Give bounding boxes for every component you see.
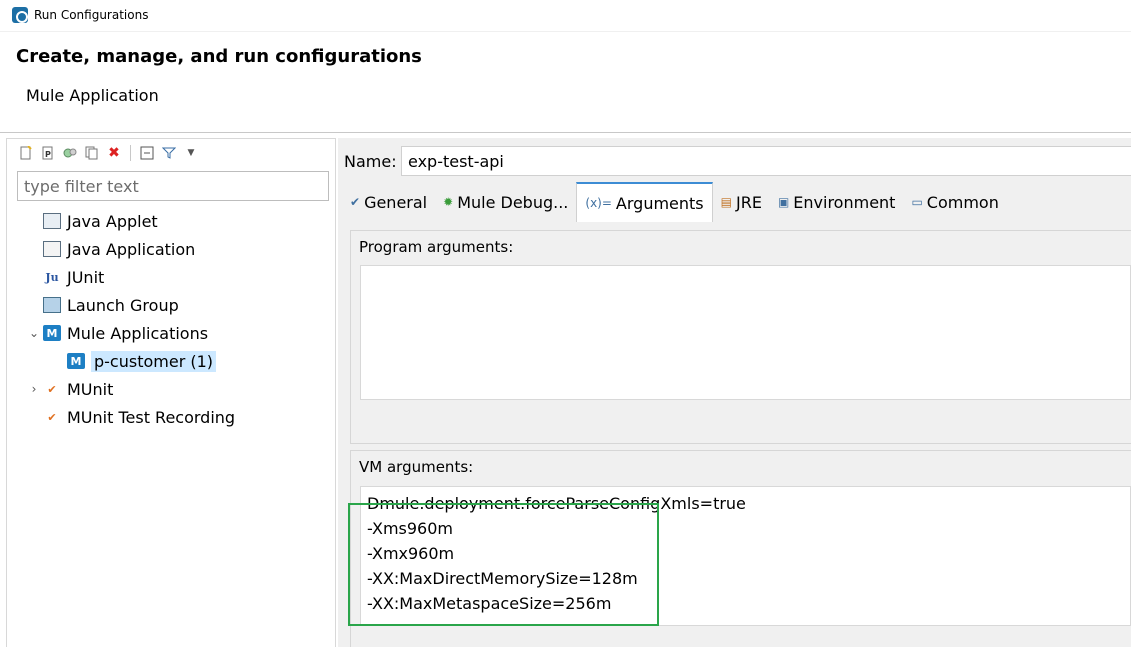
tree-item-label: JUnit <box>67 267 105 287</box>
configurations-panel: P ✖ ▼ Java Applet Java Application Ju JU <box>6 138 336 647</box>
tab-label: Environment <box>793 192 896 212</box>
java-applet-icon <box>43 213 61 229</box>
filter-menu-chevron-down-icon[interactable]: ▼ <box>182 144 200 162</box>
tree-item-label: Java Applet <box>67 211 158 231</box>
debug-icon: ✹ <box>443 195 454 209</box>
java-application-icon <box>43 241 61 257</box>
arguments-tab-body: Program arguments: VM arguments: Dmule.d… <box>348 222 1131 647</box>
general-icon: ✔ <box>350 195 361 209</box>
filter-icon[interactable] <box>160 144 178 162</box>
tab-label: General <box>364 192 428 212</box>
toolbar-separator <box>130 145 131 161</box>
vm-arguments-field[interactable]: Dmule.deployment.forceParseConfigXmls=tr… <box>360 486 1131 626</box>
arguments-icon: (x)= <box>585 196 612 210</box>
program-arguments-label: Program arguments: <box>359 238 514 256</box>
configuration-tree: Java Applet Java Application Ju JUnit La… <box>17 207 335 431</box>
vm-argument-line: -Xms960m <box>367 519 453 538</box>
new-config-icon[interactable] <box>17 144 35 162</box>
tab-environment[interactable]: ▣ Environment <box>770 182 904 222</box>
dialog-subtitle: Mule Application <box>26 86 159 105</box>
tree-item-label: MUnit <box>67 379 114 399</box>
tree-item-mule-applications[interactable]: ⌄ M Mule Applications <box>17 319 335 347</box>
tree-item-launch-group[interactable]: Launch Group <box>17 291 335 319</box>
app-icon <box>12 7 28 23</box>
config-tabs: ✔ General ✹ Mule Debug... (x)= Arguments… <box>342 182 1131 222</box>
mule-icon: M <box>43 325 61 341</box>
delete-config-icon[interactable]: ✖ <box>105 144 123 162</box>
configurations-toolbar: P ✖ ▼ <box>17 143 200 163</box>
tree-item-java-applet[interactable]: Java Applet <box>17 207 335 235</box>
name-label: Name: <box>344 152 397 171</box>
tree-item-munit[interactable]: › ✔ MUnit <box>17 375 335 403</box>
svg-text:P: P <box>45 150 51 159</box>
collapse-all-icon[interactable] <box>138 144 156 162</box>
jre-icon: ▤ <box>720 195 732 209</box>
vm-argument-line: -XX:MaxDirectMemorySize=128m <box>367 569 638 588</box>
tree-item-p-customer[interactable]: M p-customer (1) <box>17 347 335 375</box>
new-prototype-icon[interactable]: P <box>39 144 57 162</box>
tree-item-junit[interactable]: Ju JUnit <box>17 263 335 291</box>
tab-jre[interactable]: ▤ JRE <box>713 182 770 222</box>
tree-item-label: p-customer (1) <box>91 350 217 372</box>
tab-arguments[interactable]: (x)= Arguments <box>576 182 713 222</box>
header-divider <box>0 132 1131 133</box>
tree-item-munit-test-recording[interactable]: ✔ MUnit Test Recording <box>17 403 335 431</box>
tree-item-label: Launch Group <box>67 295 179 315</box>
tree-item-label: Mule Applications <box>67 323 209 343</box>
chevron-right-icon[interactable]: › <box>25 382 43 396</box>
munit-recording-icon: ✔ <box>47 410 57 424</box>
munit-icon: ✔ <box>47 382 57 396</box>
configuration-editor: Name: ✔ General ✹ Mule Debug... (x)= Arg… <box>338 138 1131 647</box>
tab-common[interactable]: ▭ Common <box>903 182 1006 222</box>
tree-item-java-application[interactable]: Java Application <box>17 235 335 263</box>
junit-icon: Ju <box>45 270 59 284</box>
vm-argument-line: Dmule.deployment.forceParseConfigXmls=tr… <box>367 494 746 513</box>
environment-icon: ▣ <box>777 195 790 209</box>
program-arguments-group: Program arguments: <box>350 230 1131 444</box>
vm-argument-line: -Xmx960m <box>367 544 455 563</box>
vm-argument-line: -XX:MaxMetaspaceSize=256m <box>367 594 612 613</box>
launch-group-icon <box>43 297 61 313</box>
export-config-icon[interactable] <box>61 144 79 162</box>
duplicate-config-icon[interactable] <box>83 144 101 162</box>
tab-label: JRE <box>735 192 762 212</box>
tab-general[interactable]: ✔ General <box>342 182 435 222</box>
name-input[interactable] <box>401 146 1131 176</box>
tab-label: Arguments <box>615 193 704 213</box>
dialog-title: Create, manage, and run configurations <box>16 46 422 67</box>
program-arguments-field[interactable] <box>360 265 1131 400</box>
mule-icon: M <box>67 353 85 369</box>
window-titlebar: Run Configurations <box>0 0 1131 32</box>
chevron-down-icon[interactable]: ⌄ <box>25 326 43 340</box>
common-icon: ▭ <box>911 195 923 209</box>
vm-arguments-label: VM arguments: <box>359 458 474 476</box>
window-title: Run Configurations <box>34 8 149 22</box>
tab-label: Common <box>926 192 999 212</box>
tab-mule-debug[interactable]: ✹ Mule Debug... <box>435 182 576 222</box>
filter-input[interactable] <box>17 171 329 201</box>
tree-item-label: Java Application <box>67 239 196 259</box>
tab-label: Mule Debug... <box>457 192 569 212</box>
vm-arguments-group: VM arguments: Dmule.deployment.forcePars… <box>350 450 1131 647</box>
dialog-header: Create, manage, and run configurations M… <box>0 32 1131 132</box>
tree-item-label: MUnit Test Recording <box>67 407 236 427</box>
